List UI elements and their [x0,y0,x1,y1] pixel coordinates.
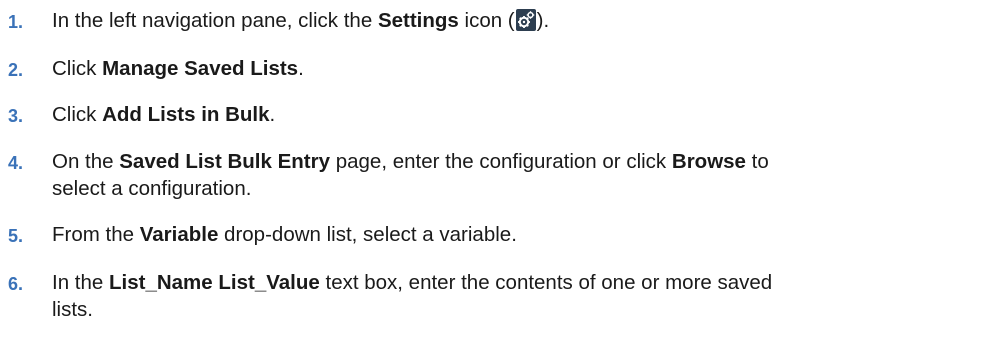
step-1: 1. In the left navigation pane, click th… [0,7,997,35]
text-run: ). [536,9,550,32]
settings-term: Settings [377,9,459,32]
text-run: drop-down list, select a variable. [218,223,517,246]
step-number: 6. [8,274,24,294]
saved-list-bulk-entry-term: Saved List Bulk Entry [119,150,331,173]
text-run: lists. [52,298,93,321]
text-run: In the [52,271,109,294]
step-text: From the Variable drop-down list, select… [52,221,997,248]
step-5: 5. From the Variable drop-down list, sel… [0,221,997,249]
step-3: 3. Click Add Lists in Bulk. [0,101,997,129]
text-run: Click [52,57,103,80]
step-number: 1. [8,12,24,32]
text-run: to [745,150,769,173]
step-text: Click Add Lists in Bulk. [52,101,997,128]
step-text: In the List_Name List_Value text box, en… [52,269,997,323]
step-number: 4. [8,153,24,173]
text-run: page, enter the configuration or click [330,150,672,173]
text-run: From the [52,223,140,246]
step-2: 2. Click Manage Saved Lists. [0,55,997,83]
step-6: 6. In the List_Name List_Value text box,… [0,269,997,323]
list-name-list-value-term: List_Name List_Value [109,271,320,294]
text-run: Click [52,103,103,126]
add-lists-in-bulk-term: Add Lists in Bulk [102,103,270,126]
step-4: 4. On the Saved List Bulk Entry page, en… [0,148,997,202]
text-run: icon ( [458,9,515,32]
text-run: . [298,57,304,80]
text-run: select a configuration. [52,177,252,200]
step-text: On the Saved List Bulk Entry page, enter… [52,148,997,202]
step-number: 2. [8,60,24,80]
gears-icon [515,9,536,31]
text-run: In the left navigation pane, click the [52,9,378,32]
browse-term: Browse [671,150,746,173]
manage-saved-lists-term: Manage Saved Lists [102,57,299,80]
step-text: Click Manage Saved Lists. [52,55,997,82]
step-number: 3. [8,106,24,126]
step-number: 5. [8,226,24,246]
text-run: text box, enter the contents of one or m… [319,271,773,294]
text-run: On the [52,150,120,173]
text-run: . [269,103,276,126]
step-text: In the left navigation pane, click the S… [52,7,997,34]
variable-term: Variable [139,223,219,246]
